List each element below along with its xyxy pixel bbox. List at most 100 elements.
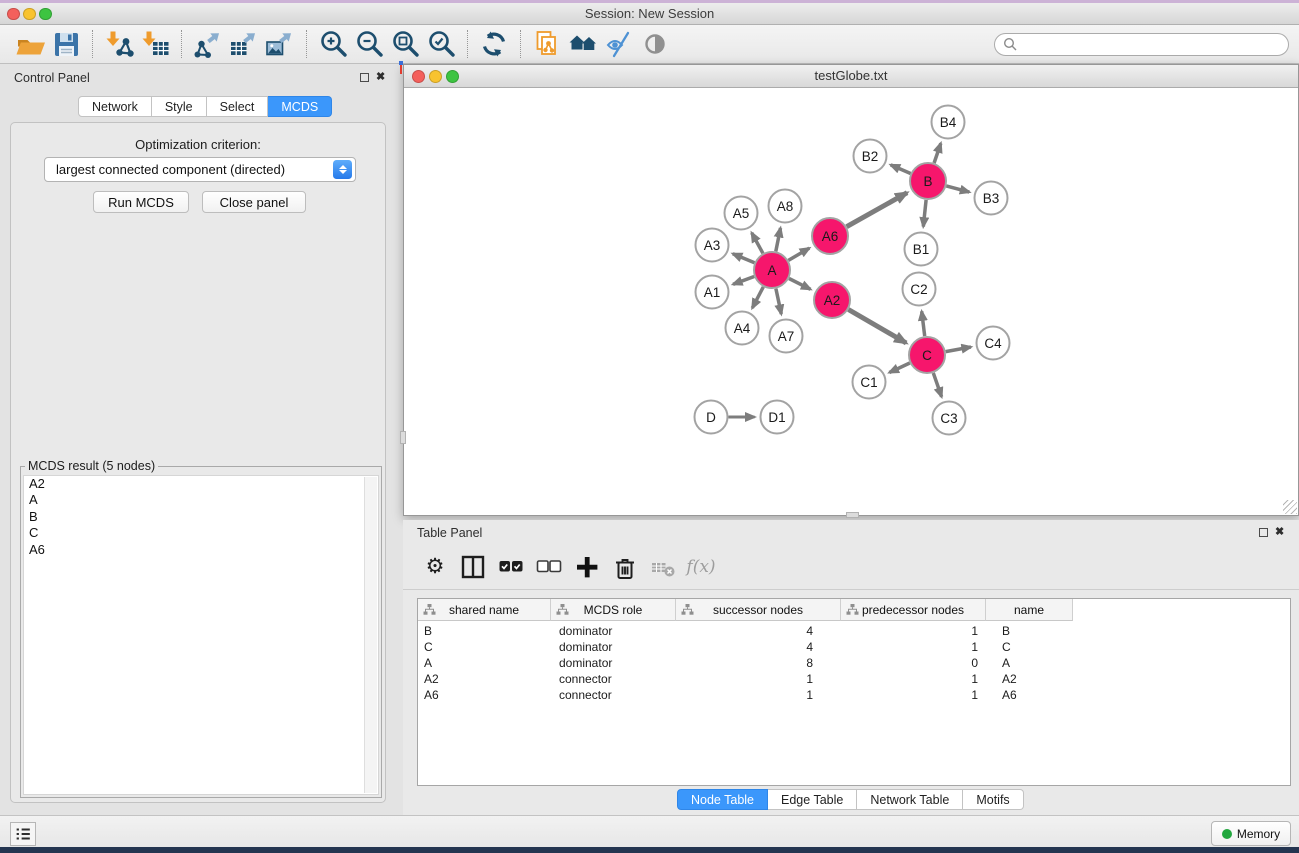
search-field[interactable] bbox=[994, 33, 1289, 56]
zoom-fit-button[interactable] bbox=[387, 27, 423, 61]
memory-button[interactable]: Memory bbox=[1211, 821, 1291, 846]
export-image-button[interactable] bbox=[262, 27, 298, 61]
graph-edge[interactable] bbox=[776, 228, 781, 251]
graph-edge[interactable] bbox=[733, 277, 754, 285]
graph-edge[interactable] bbox=[923, 200, 926, 227]
tab-network[interactable]: Network bbox=[78, 96, 152, 117]
home-button[interactable] bbox=[565, 27, 601, 61]
close-panel-button[interactable]: Close panel bbox=[202, 191, 306, 213]
mcds-result-item[interactable]: A2 bbox=[24, 476, 378, 492]
close-window-button[interactable] bbox=[7, 8, 20, 21]
graph-edge[interactable] bbox=[933, 373, 941, 397]
graph-node[interactable]: B2 bbox=[854, 140, 887, 173]
graph-node[interactable]: C3 bbox=[933, 402, 966, 435]
column-header-successor-nodes[interactable]: successor nodes bbox=[676, 599, 841, 621]
minimize-window-button[interactable] bbox=[23, 8, 36, 21]
table-row[interactable]: Bdominator41B bbox=[418, 623, 1290, 639]
graph-edge[interactable] bbox=[733, 254, 755, 263]
graph-edge[interactable] bbox=[946, 186, 969, 192]
deselect-all-button[interactable] bbox=[536, 552, 562, 582]
mcds-result-item[interactable]: B bbox=[24, 509, 378, 525]
open-folder-button[interactable] bbox=[12, 27, 48, 61]
table-row[interactable]: Cdominator41C bbox=[418, 639, 1290, 655]
criterion-select[interactable]: largest connected component (directed) bbox=[44, 157, 356, 182]
mcds-result-item[interactable]: C bbox=[24, 525, 378, 541]
network-window-titlebar[interactable]: testGlobe.txt bbox=[404, 65, 1298, 88]
tab-node-table[interactable]: Node Table bbox=[677, 789, 768, 810]
scrollbar[interactable] bbox=[364, 477, 377, 793]
graph-edge[interactable] bbox=[788, 248, 809, 260]
column-header-predecessor-nodes[interactable]: predecessor nodes bbox=[841, 599, 986, 621]
zoom-out-button[interactable] bbox=[351, 27, 387, 61]
horizontal-scroll-thumb[interactable] bbox=[846, 512, 859, 518]
graph-node[interactable]: B4 bbox=[932, 106, 965, 139]
tab-mcds[interactable]: MCDS bbox=[268, 96, 332, 117]
mcds-result-list[interactable]: A2ABCA6 bbox=[23, 475, 379, 795]
mcds-result-item[interactable]: A6 bbox=[24, 542, 378, 558]
select-all-button[interactable] bbox=[498, 552, 524, 582]
graph-node[interactable]: C bbox=[909, 337, 945, 373]
task-history-button[interactable] bbox=[10, 822, 36, 846]
table-row[interactable]: A6connector11A6 bbox=[418, 687, 1290, 703]
network-from-document-button[interactable] bbox=[529, 27, 565, 61]
float-panel-icon[interactable] bbox=[360, 73, 369, 82]
graph-node[interactable]: C1 bbox=[853, 366, 886, 399]
graph-node[interactable]: B1 bbox=[905, 233, 938, 266]
graph-edge[interactable] bbox=[847, 193, 908, 227]
delete-row-button[interactable] bbox=[612, 552, 638, 582]
graph-node[interactable]: C4 bbox=[977, 327, 1010, 360]
add-row-button[interactable] bbox=[574, 552, 600, 582]
resize-grip-icon[interactable] bbox=[1283, 500, 1297, 514]
save-button[interactable] bbox=[48, 27, 84, 61]
graph-edge[interactable] bbox=[889, 363, 909, 373]
graph-node[interactable]: A4 bbox=[726, 312, 759, 345]
float-panel-icon[interactable] bbox=[1259, 528, 1268, 537]
graph-node[interactable]: A1 bbox=[696, 276, 729, 309]
graph-node[interactable]: A3 bbox=[696, 229, 729, 262]
tab-style[interactable]: Style bbox=[152, 96, 207, 117]
graph-edge[interactable] bbox=[752, 233, 763, 254]
gear-button[interactable]: ⚙ bbox=[422, 552, 448, 582]
column-header-shared-name[interactable]: shared name bbox=[418, 599, 551, 621]
tab-motifs[interactable]: Motifs bbox=[963, 789, 1023, 810]
tab-network-table[interactable]: Network Table bbox=[857, 789, 963, 810]
show-details-button[interactable] bbox=[637, 27, 673, 61]
graph-edge[interactable] bbox=[946, 347, 971, 352]
zoom-window-button[interactable] bbox=[39, 8, 52, 21]
zoom-network-button[interactable] bbox=[446, 70, 459, 83]
graph-edge[interactable] bbox=[776, 289, 781, 314]
minimize-network-button[interactable] bbox=[429, 70, 442, 83]
graph-edge[interactable] bbox=[891, 165, 911, 174]
zoom-in-button[interactable] bbox=[315, 27, 351, 61]
export-table-button[interactable] bbox=[226, 27, 262, 61]
close-panel-icon[interactable]: ✖ bbox=[376, 72, 385, 83]
close-network-button[interactable] bbox=[412, 70, 425, 83]
graph-edge[interactable] bbox=[752, 287, 763, 308]
graph-node[interactable]: A8 bbox=[769, 190, 802, 223]
graph-edge[interactable] bbox=[934, 143, 941, 163]
columns-button[interactable] bbox=[460, 552, 486, 582]
graph-edge[interactable] bbox=[922, 311, 925, 336]
graph-node[interactable]: A2 bbox=[814, 282, 850, 318]
import-table-button[interactable] bbox=[137, 27, 173, 61]
import-network-button[interactable] bbox=[101, 27, 137, 61]
export-network-button[interactable] bbox=[190, 27, 226, 61]
graph-node[interactable]: D bbox=[695, 401, 728, 434]
table-row[interactable]: Adominator80A bbox=[418, 655, 1290, 671]
graph-node[interactable]: B3 bbox=[975, 182, 1008, 215]
refresh-button[interactable] bbox=[476, 27, 512, 61]
hide-details-button[interactable] bbox=[601, 27, 637, 61]
graph-edge[interactable] bbox=[848, 310, 906, 344]
graph-node[interactable]: A7 bbox=[770, 320, 803, 353]
search-input[interactable] bbox=[1021, 37, 1280, 51]
column-header-name[interactable]: name bbox=[986, 599, 1073, 621]
graph-node[interactable]: C2 bbox=[903, 273, 936, 306]
network-canvas[interactable]: AA1A2A3A4A5A6A7A8BB1B2B3B4CC1C2C3C4DD1 bbox=[404, 88, 1298, 515]
graph-node[interactable]: A6 bbox=[812, 218, 848, 254]
zoom-selected-button[interactable] bbox=[423, 27, 459, 61]
graph-edge[interactable] bbox=[789, 279, 811, 290]
graph-node[interactable]: D1 bbox=[761, 401, 794, 434]
table-row[interactable]: A2connector11A2 bbox=[418, 671, 1290, 687]
close-panel-icon[interactable]: ✖ bbox=[1275, 527, 1284, 538]
graph-node[interactable]: A bbox=[754, 252, 790, 288]
